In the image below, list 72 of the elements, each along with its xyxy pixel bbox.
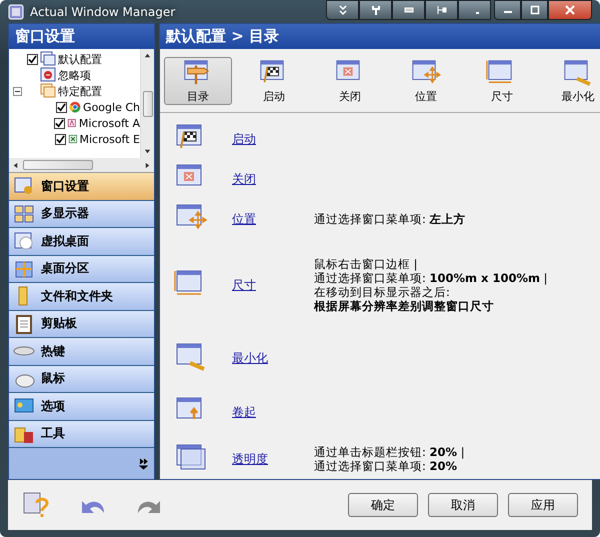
setting-link[interactable]: 最小化 bbox=[232, 350, 314, 366]
down-arrow-icon[interactable] bbox=[144, 148, 151, 155]
description-line: 通过选择窗口菜单项: 20% bbox=[314, 459, 458, 473]
move-icon bbox=[410, 58, 442, 86]
tree-item[interactable]: 默认配置 bbox=[58, 52, 102, 66]
double-chevron-icon[interactable] bbox=[326, 0, 359, 20]
nav-item[interactable]: 虚拟桌面 bbox=[9, 228, 154, 256]
toolbar-tab[interactable]: 尺寸 bbox=[468, 56, 536, 104]
panel-title: 窗口设置 bbox=[9, 24, 154, 49]
nav-item[interactable]: 窗口设置 bbox=[9, 173, 154, 200]
checkbox[interactable] bbox=[54, 118, 66, 128]
description-line: 鼠标右击窗口边框 | bbox=[314, 257, 419, 271]
nav-item[interactable]: 鼠标 bbox=[9, 366, 154, 393]
tree-item[interactable]: 忽略项 bbox=[58, 68, 91, 82]
bar-icon[interactable] bbox=[392, 0, 425, 20]
toolbar-tab[interactable]: 目录 bbox=[164, 56, 232, 104]
window-icon bbox=[40, 51, 56, 67]
panel-title: 默认配置 > 目录 bbox=[160, 24, 600, 49]
up-arrow-icon[interactable] bbox=[144, 52, 151, 59]
ignore-icon bbox=[40, 67, 56, 83]
description-line: 通过选择窗口菜单项: 100%m x 100%m | bbox=[314, 271, 548, 285]
move-icon bbox=[174, 202, 208, 232]
tree-item[interactable]: Microsoft A bbox=[78, 116, 140, 130]
description-line: 通过选择窗口菜单项: 左上方 bbox=[314, 212, 466, 226]
setting-link[interactable]: 启动 bbox=[232, 130, 314, 148]
circle-logo-icon bbox=[69, 99, 82, 115]
split-icon bbox=[13, 258, 35, 279]
setting-link[interactable]: 尺寸 bbox=[232, 276, 314, 294]
checkbox[interactable] bbox=[27, 54, 38, 64]
clip-icon bbox=[13, 314, 35, 334]
checkbox[interactable] bbox=[56, 102, 68, 112]
nav-item[interactable]: 剪贴板 bbox=[9, 310, 154, 338]
setting-link[interactable]: 卷起 bbox=[232, 404, 314, 420]
description-line: 通过单击标题栏按钮: 20% | bbox=[314, 445, 465, 459]
tree-item[interactable]: Microsoft E bbox=[79, 132, 140, 146]
dialog-button[interactable]: 应用 bbox=[508, 493, 578, 517]
checkbox[interactable] bbox=[54, 134, 66, 144]
nav-item[interactable]: 热键 bbox=[9, 338, 154, 366]
left-arrow-icon[interactable] bbox=[12, 162, 19, 168]
right-arrow-icon[interactable] bbox=[144, 162, 151, 168]
app-icon bbox=[8, 4, 24, 20]
tree-item[interactable]: 特定配置 bbox=[58, 84, 102, 98]
transparent-icon bbox=[174, 442, 208, 472]
window-title: Actual Window Manager bbox=[30, 4, 176, 18]
tree-item[interactable]: Google Ch bbox=[83, 100, 140, 114]
description-line: 在移动到目标显示器之后: bbox=[314, 285, 451, 299]
nav-item[interactable]: 文件和文件夹 bbox=[9, 283, 154, 310]
nav-item[interactable]: 多显示器 bbox=[9, 200, 154, 228]
scroll-thumb[interactable] bbox=[23, 160, 93, 170]
setting-link[interactable]: 位置 bbox=[232, 210, 314, 228]
minimize-icon[interactable] bbox=[494, 0, 521, 20]
setting-link[interactable]: 透明度 bbox=[232, 450, 314, 468]
grid-icon bbox=[13, 204, 35, 224]
toolbar-tab[interactable]: 关闭 bbox=[316, 56, 384, 104]
scroll-thumb[interactable] bbox=[142, 90, 152, 116]
scrollbar[interactable] bbox=[140, 49, 154, 158]
more-icon[interactable] bbox=[139, 458, 148, 470]
scrollbar[interactable] bbox=[9, 158, 154, 172]
expand-toggle[interactable] bbox=[13, 86, 22, 96]
nav-item[interactable]: 工具 bbox=[9, 420, 154, 448]
maximize-icon[interactable] bbox=[521, 0, 548, 20]
setting-link[interactable]: 关闭 bbox=[232, 170, 314, 188]
pin-icon[interactable] bbox=[359, 0, 392, 20]
toolbar-tab[interactable]: 启动 bbox=[240, 56, 308, 104]
description-line: 根据屏幕分辨率差别调整窗口尺寸 bbox=[314, 299, 495, 313]
toolbar-tab[interactable]: 最小化 bbox=[544, 56, 600, 104]
dialog-button[interactable]: 确定 bbox=[348, 493, 418, 517]
nav-item[interactable]: 桌面分区 bbox=[9, 256, 154, 283]
close-icon[interactable] bbox=[548, 0, 592, 20]
dialog-button[interactable]: 取消 bbox=[428, 493, 498, 517]
toolbar-tab[interactable]: 位置 bbox=[392, 56, 460, 104]
nav-item[interactable]: 选项 bbox=[9, 393, 154, 420]
